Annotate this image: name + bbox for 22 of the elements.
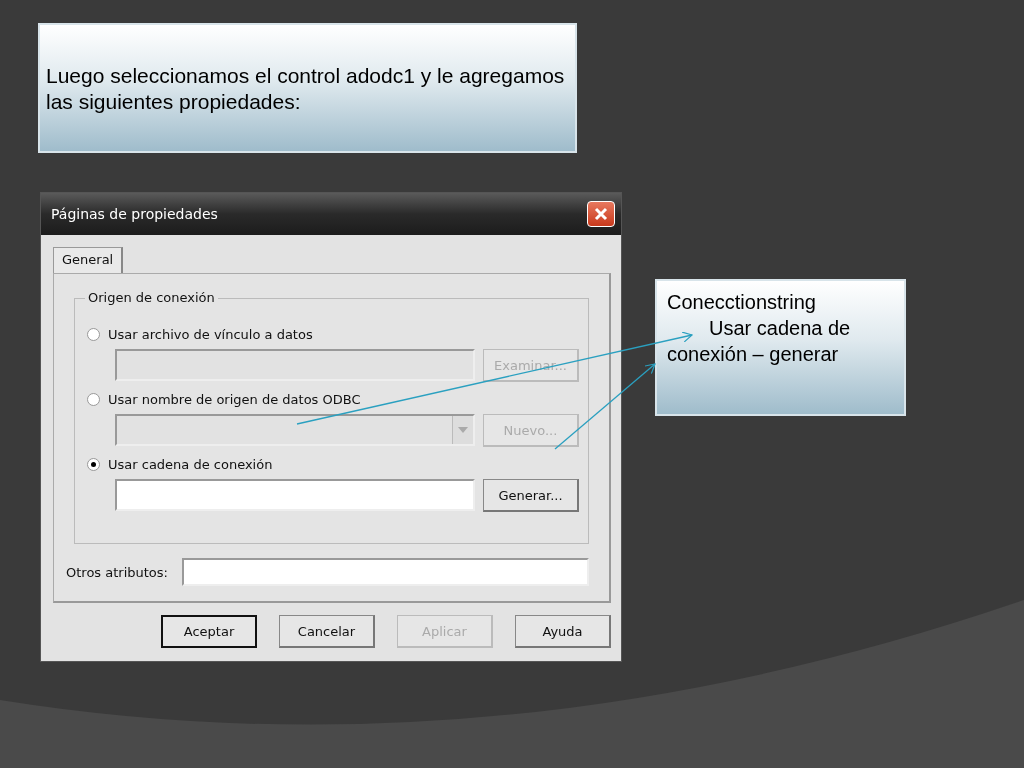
- window-title: Páginas de propiedades: [51, 206, 218, 222]
- radio-button[interactable]: [87, 457, 100, 471]
- radio-label: Usar cadena de conexión: [108, 456, 273, 472]
- group-label: Origen de conexión: [85, 290, 218, 305]
- text-field[interactable]: [181, 558, 589, 586]
- field-label: Otros atributos:: [66, 564, 168, 580]
- radio-label: Usar nombre de origen de datos ODBC: [108, 391, 361, 407]
- text-field[interactable]: [115, 479, 475, 511]
- slide-text: Luego seleccionamos el control adodc1 y le agregamos las siguientes propiedades:: [46, 63, 566, 115]
- callout-text: Conecctionstring: [667, 290, 817, 315]
- close-icon: [593, 206, 609, 222]
- option-button[interactable]: Generar...: [483, 479, 579, 512]
- close-button[interactable]: [587, 201, 615, 227]
- radio-label: Usar archivo de vínculo a datos: [108, 326, 313, 342]
- dropdown-arrow-icon: [458, 427, 468, 433]
- dialog-button[interactable]: Cancelar: [279, 615, 375, 648]
- dialog-button[interactable]: Ayuda: [515, 615, 611, 648]
- radio-button[interactable]: [87, 327, 100, 341]
- callout-text: Usar cadena de conexión – generar: [667, 316, 852, 367]
- dialog-button[interactable]: Aceptar: [161, 615, 257, 648]
- radio-button[interactable]: [87, 392, 100, 406]
- tab[interactable]: General: [53, 247, 124, 273]
